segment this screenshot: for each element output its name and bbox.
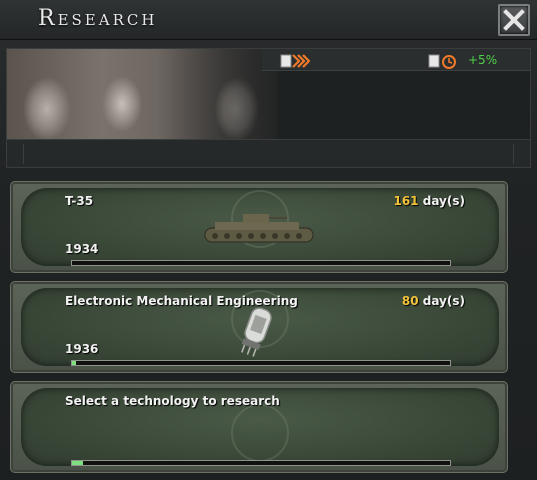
- tank-icon: [204, 214, 314, 243]
- window-title: Research: [38, 6, 158, 31]
- title-bar: Research: [0, 0, 537, 40]
- close-button[interactable]: [498, 4, 530, 36]
- research-progress-bar: [71, 460, 451, 466]
- tech-year: 1934: [65, 242, 99, 256]
- days-count: 80: [401, 294, 419, 308]
- select-technology-prompt: Select a technology to research: [65, 394, 280, 408]
- progress-fill: [72, 361, 76, 365]
- research-progress-bar: [71, 260, 451, 266]
- tech-name: T-35: [65, 194, 94, 208]
- vacuum-tube-icon: [241, 307, 272, 357]
- research-bonus-value: +5%: [468, 53, 498, 67]
- tech-days: 161 day(s): [393, 194, 465, 208]
- days-unit: day(s): [422, 294, 465, 308]
- research-slot-empty[interactable]: Select a technology to research: [10, 381, 508, 473]
- research-slot[interactable]: T-35 161 day(s) 1934: [10, 181, 508, 273]
- days-unit: day(s): [422, 194, 465, 208]
- wreath-emblem-icon: [231, 404, 289, 462]
- header-footer-bar: [7, 139, 530, 167]
- research-panel: Research +5% T-35 161 day(s) 1934 Electr…: [0, 0, 537, 480]
- research-bonus-icon[interactable]: [428, 52, 458, 70]
- tech-year: 1936: [65, 342, 99, 356]
- days-count: 161: [393, 194, 419, 208]
- research-speed-icon[interactable]: [280, 52, 310, 70]
- progress-fill: [72, 461, 84, 465]
- research-progress-bar: [71, 360, 451, 366]
- close-icon: [503, 9, 525, 31]
- tech-name: Electronic Mechanical Engineering: [65, 294, 298, 308]
- research-slot[interactable]: Electronic Mechanical Engineering 80 day…: [10, 281, 508, 373]
- tech-days: 80 day(s): [402, 294, 465, 308]
